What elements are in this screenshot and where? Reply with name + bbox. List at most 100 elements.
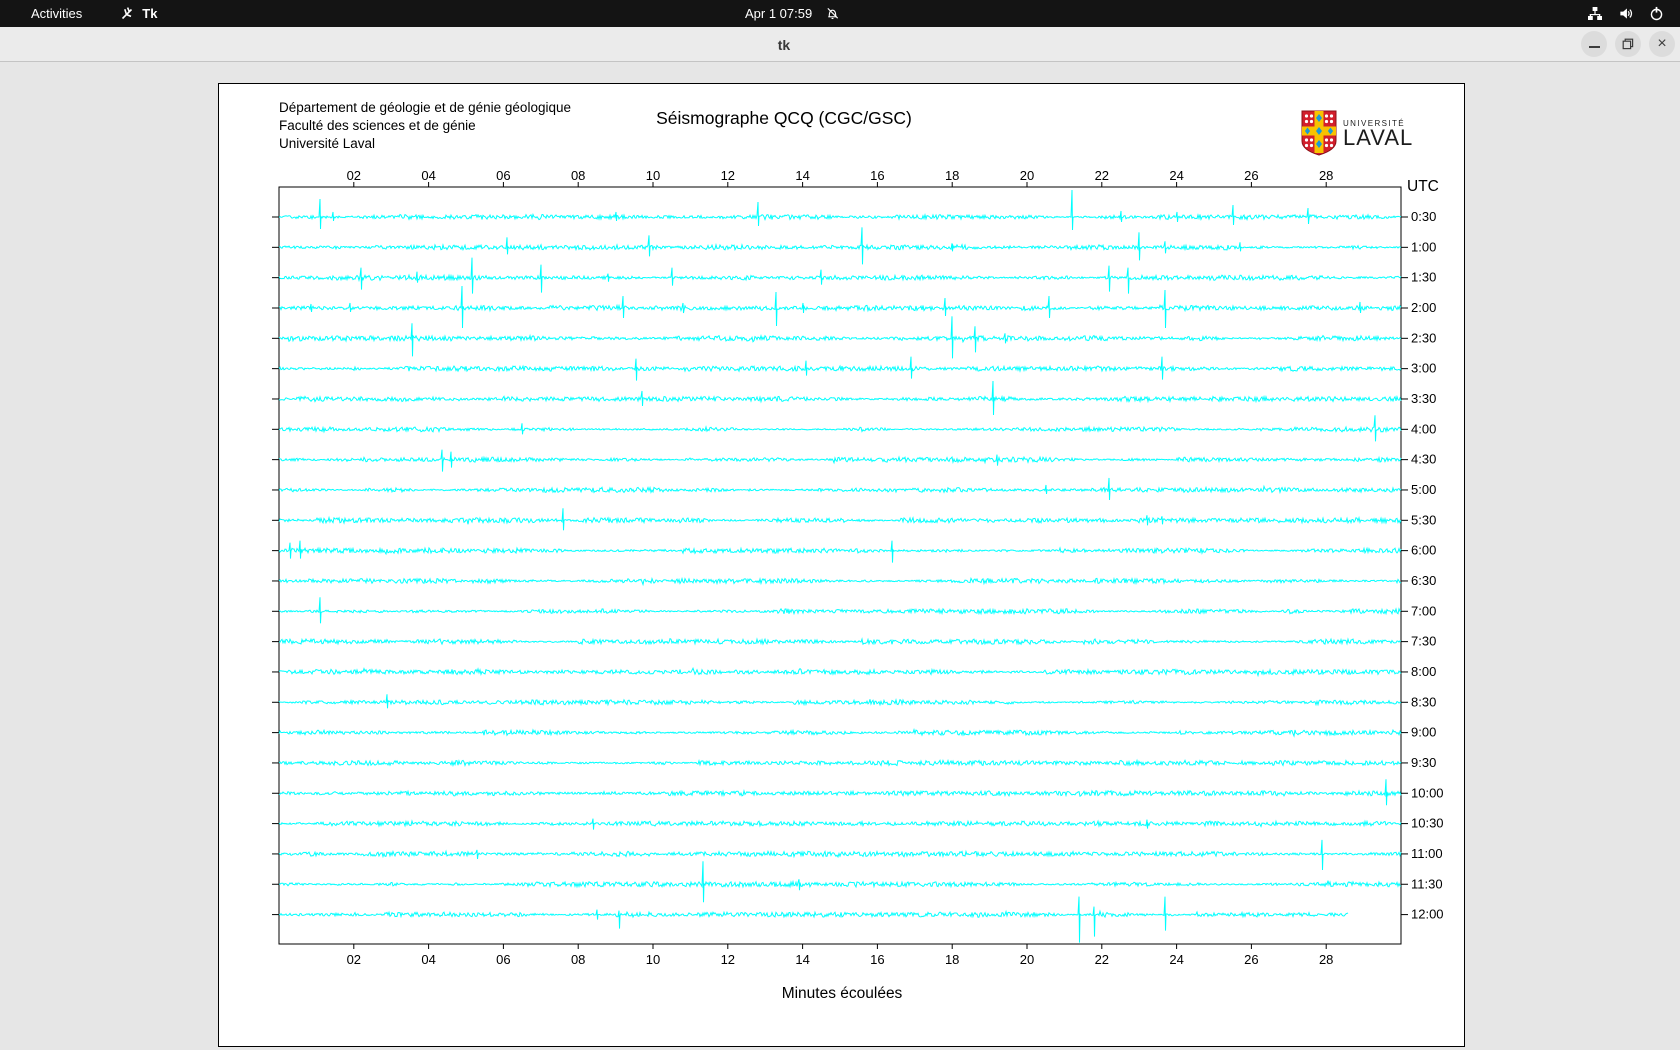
seismogram-trace-5-30	[278, 508, 1402, 531]
x-tick-label: 12	[721, 168, 735, 183]
row-time-label: 2:00	[1411, 300, 1436, 315]
seismograph-canvas: Département de géologie et de génie géol…	[218, 83, 1465, 1047]
x-tick-label: 28	[1319, 952, 1333, 967]
x-tick-label: 08	[571, 952, 585, 967]
clock-label: Apr 1 07:59	[745, 6, 813, 21]
tk-window-content: Département de géologie et de génie géol…	[0, 63, 1680, 1050]
row-time-label: 12:00	[1411, 907, 1444, 922]
maximize-button[interactable]	[1615, 31, 1641, 57]
seismogram-trace-5-00	[278, 477, 1402, 500]
x-tick-label: 20	[1020, 952, 1034, 967]
x-tick-label: 10	[646, 168, 660, 183]
seismogram-trace-8-00	[278, 667, 1402, 678]
row-time-label: 2:30	[1411, 330, 1436, 345]
row-time-label: 0:30	[1411, 209, 1436, 224]
row-time-label: 6:30	[1411, 573, 1436, 588]
row-time-label: 5:30	[1411, 512, 1436, 527]
seismogram-trace-11-30	[278, 861, 1402, 903]
plot-frame	[278, 186, 1402, 945]
x-tick-label: 22	[1095, 952, 1109, 967]
notifications-disabled-icon	[825, 6, 840, 21]
activities-label: Activities	[31, 6, 83, 21]
x-tick-label: 18	[945, 168, 959, 183]
seismogram-trace-3-30	[278, 380, 1402, 415]
maximize-icon	[1622, 38, 1634, 50]
seismogram-trace-4-30	[278, 449, 1402, 472]
x-tick-label: 24	[1169, 952, 1183, 967]
x-tick-label: 26	[1244, 952, 1258, 967]
x-tick-label: 14	[795, 168, 809, 183]
row-time-label: 1:30	[1411, 270, 1436, 285]
tk-app-menu[interactable]: Tk	[120, 6, 157, 21]
x-tick-label: 16	[870, 952, 884, 967]
x-tick-label: 04	[421, 952, 435, 967]
x-axis-title: Minutes écoulées	[782, 985, 903, 1002]
x-tick-label: 04	[421, 168, 435, 183]
minimize-button[interactable]	[1581, 31, 1607, 57]
seismogram-trace-9-30	[278, 758, 1402, 768]
window-title: tk	[777, 36, 791, 53]
row-time-label: 10:00	[1411, 785, 1444, 800]
seismogram-trace-7-00	[278, 597, 1402, 624]
row-time-label: 6:00	[1411, 543, 1436, 558]
seismogram-trace-10-30	[278, 818, 1402, 830]
seismogram-plot: 02 02 04 04 06 06 08 08 10 10 12 12 14 14 16 16 18 18 20 20…	[272, 168, 1444, 1002]
wired-network-icon	[1587, 6, 1603, 21]
x-tick-label: 14	[795, 952, 809, 967]
row-time-label: 5:00	[1411, 482, 1436, 497]
seismogram-trace-3-00	[278, 356, 1402, 381]
seismogram-trace-7-30	[278, 637, 1401, 646]
system-status-area[interactable]	[1587, 0, 1664, 27]
row-time-label: 4:00	[1411, 421, 1436, 436]
x-tick-label: 02	[347, 168, 361, 183]
row-time-label: 4:30	[1411, 452, 1436, 467]
x-tick-label: 24	[1169, 168, 1183, 183]
x-tick-label: 10	[646, 952, 660, 967]
x-tick-label: 06	[496, 168, 510, 183]
row-time-label: 3:00	[1411, 361, 1436, 376]
x-tick-label: 06	[496, 952, 510, 967]
minimize-icon	[1588, 46, 1600, 48]
seismogram-trace-2-30	[278, 316, 1402, 359]
seismogram-trace-12-00	[278, 896, 1349, 943]
row-time-label: 10:30	[1411, 816, 1444, 831]
row-time-label: 8:00	[1411, 664, 1436, 679]
row-time-label: 7:00	[1411, 603, 1436, 618]
x-tick-label: 26	[1244, 168, 1258, 183]
seismogram-trace-2-00	[278, 285, 1402, 329]
seismogram-trace-1-00	[278, 227, 1402, 265]
utc-label: UTC	[1407, 178, 1439, 195]
row-time-label: 9:30	[1411, 755, 1436, 770]
x-tick-label: 20	[1020, 168, 1034, 183]
row-time-label: 9:00	[1411, 725, 1436, 740]
gnome-top-bar: Activities Tk Apr 1 07:59	[0, 0, 1680, 27]
power-icon	[1649, 6, 1664, 21]
row-time-label: 11:30	[1411, 876, 1443, 891]
seismogram-trace-10-00	[278, 779, 1402, 806]
x-tick-label: 18	[945, 952, 959, 967]
seismogram-trace-6-30	[278, 576, 1402, 587]
seismogram-trace-6-00	[278, 540, 1402, 563]
row-time-label: 8:30	[1411, 694, 1436, 709]
volume-icon	[1618, 6, 1634, 21]
clock-menu[interactable]: Apr 1 07:59	[745, 0, 840, 27]
x-tick-label: 16	[870, 168, 884, 183]
close-icon: ×	[1657, 35, 1667, 52]
close-button[interactable]: ×	[1649, 31, 1675, 57]
row-time-label: 7:30	[1411, 634, 1436, 649]
x-tick-label: 02	[347, 952, 361, 967]
window-titlebar[interactable]: tk ×	[0, 27, 1680, 62]
seismogram-trace-9-00	[278, 727, 1402, 738]
row-time-label: 3:30	[1411, 391, 1436, 406]
x-tick-label: 28	[1319, 168, 1333, 183]
x-tick-label: 08	[571, 168, 585, 183]
row-time-label: 11:00	[1411, 846, 1443, 861]
seismogram-trace-0-30	[278, 189, 1402, 231]
row-time-label: 1:00	[1411, 239, 1436, 254]
x-tick-label: 22	[1095, 168, 1109, 183]
activities-button[interactable]: Activities	[27, 0, 86, 27]
seismogram-trace-11-00	[278, 839, 1402, 870]
seismogram-trace-1-30	[278, 257, 1402, 294]
tk-feather-icon	[120, 6, 135, 21]
tk-app-label: Tk	[142, 6, 158, 21]
